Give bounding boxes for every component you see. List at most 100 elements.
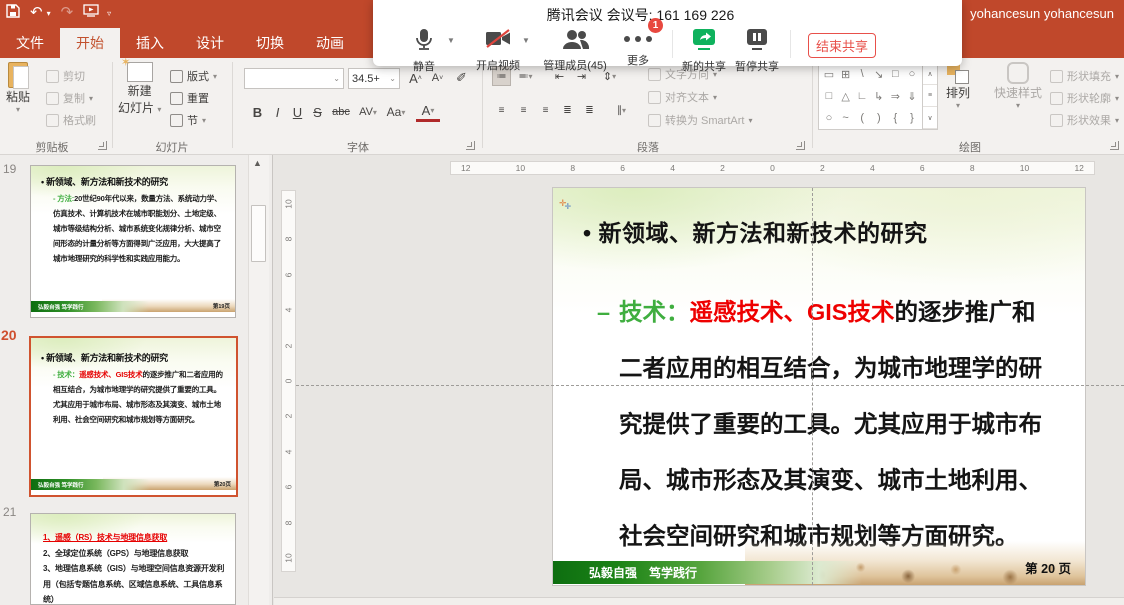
slide-body-text[interactable]: –技术：遥感技术、GIS技术的逐步推广和 二者应用的相互结合，为城市地理学的研 … xyxy=(619,284,1059,564)
tab-animations[interactable]: 动画 xyxy=(300,28,360,58)
undo-dropdown-icon[interactable]: ▾ xyxy=(47,9,51,18)
convert-smartart-button[interactable]: 转换为 SmartArt▾ xyxy=(648,110,752,130)
shapes-gallery-more-icon[interactable]: ≡ xyxy=(923,85,937,107)
save-icon[interactable] xyxy=(6,4,20,23)
shape-icon[interactable]: △ xyxy=(838,90,854,103)
align-right-button[interactable]: ≡ xyxy=(536,100,555,120)
thumb19-footer-motto: 弘毅自强 笃学践行 xyxy=(31,303,84,311)
shape-icon[interactable]: { xyxy=(887,112,903,124)
horizontal-ruler: 12108642024681012 xyxy=(450,161,1095,175)
align-left-button[interactable]: ≡ xyxy=(492,100,511,120)
slide-editing-surface[interactable]: ✛✛ • 新领域、新方法和新技术的研究 –技术：遥感技术、GIS技术的逐步推广和… xyxy=(553,188,1085,585)
new-slide-button[interactable]: 新建 幻灯片 ▾ xyxy=(118,62,161,116)
tab-design[interactable]: 设计 xyxy=(180,28,240,58)
mute-dropdown-icon[interactable]: ▼ xyxy=(447,36,455,45)
strikethrough-button[interactable]: abc xyxy=(328,102,354,122)
shadow-button[interactable]: S xyxy=(308,102,327,122)
ruler-tick-label: 2 xyxy=(283,343,293,348)
tab-insert[interactable]: 插入 xyxy=(120,28,180,58)
pause-share-button[interactable]: 暂停共享 xyxy=(727,28,787,74)
tab-file[interactable]: 文件 xyxy=(0,28,60,58)
quick-styles-button[interactable]: 快速样式▾ xyxy=(994,62,1042,110)
ruler-tick-label: 6 xyxy=(283,485,293,490)
shape-icon[interactable]: ↳ xyxy=(871,90,887,103)
shape-icon[interactable]: ) xyxy=(871,112,887,124)
font-name-combo[interactable]: ⌄ xyxy=(244,68,344,89)
video-dropdown-icon[interactable]: ▼ xyxy=(522,36,530,45)
shapes-scroll-down-icon[interactable]: ∨ xyxy=(923,107,937,129)
shape-icon[interactable]: \ xyxy=(854,68,870,81)
arrange-button[interactable]: 排列▾ xyxy=(946,62,970,110)
slide-thumbnail-20[interactable]: • 新领域、新方法和新技术的研究 - 技术：遥感技术、GIS技术的逐步推广和二者… xyxy=(29,336,238,497)
format-painter-button[interactable]: 格式刷 xyxy=(46,110,96,130)
underline-button[interactable]: U xyxy=(288,102,307,122)
columns-button[interactable]: ∥▾ xyxy=(612,100,631,120)
shape-icon[interactable]: } xyxy=(904,112,920,124)
scrollbar-up-icon[interactable]: ▲ xyxy=(253,158,262,168)
shape-icon[interactable]: □ xyxy=(821,90,837,103)
slides-group-label: 幻灯片 xyxy=(142,139,202,155)
tab-home[interactable]: 开始 xyxy=(60,28,120,58)
shape-icon[interactable]: ○ xyxy=(821,112,837,124)
more-button[interactable]: 更多 xyxy=(610,28,666,68)
shape-fill-icon xyxy=(1050,70,1063,83)
shape-icon[interactable]: ~ xyxy=(838,112,854,124)
slide-thumbnail-21[interactable]: 1、遥感（RS）技术与地理信息获取 2、全球定位系统（GPS）与地理信息获取 3… xyxy=(30,513,236,605)
character-spacing-button[interactable]: AV▾ xyxy=(356,102,380,122)
slide-title-text[interactable]: • 新领域、新方法和新技术的研究 xyxy=(583,214,927,248)
shape-icon[interactable]: ⊞ xyxy=(838,68,854,81)
paragraph-dialog-launcher[interactable] xyxy=(796,141,805,150)
start-video-button[interactable]: 开启视频 xyxy=(468,28,528,73)
shape-outline-button[interactable]: 形状轮廓▾ xyxy=(1050,88,1119,108)
font-color-button[interactable]: A▾ xyxy=(416,102,440,122)
italic-button[interactable]: I xyxy=(268,102,287,122)
distribute-button[interactable]: ≣ xyxy=(580,100,599,120)
align-text-button[interactable]: 对齐文本▾ xyxy=(648,87,717,107)
thumb19-title: 新领域、新方法和新技术的研究 xyxy=(46,177,168,187)
shape-icon[interactable]: ○ xyxy=(904,68,920,81)
shape-icon[interactable]: ⇓ xyxy=(904,90,920,103)
drawing-dialog-launcher[interactable] xyxy=(1110,141,1119,150)
copy-button[interactable]: 复制▾ xyxy=(46,88,93,108)
bold-button[interactable]: B xyxy=(248,102,267,122)
shape-icon[interactable]: □ xyxy=(887,68,903,81)
shape-icon[interactable]: ▭ xyxy=(821,68,837,81)
redo-icon[interactable]: ↷ xyxy=(61,3,74,23)
customize-qat-icon[interactable]: ▿ xyxy=(107,9,111,18)
mute-button[interactable]: 静音 xyxy=(394,28,454,74)
tab-transitions[interactable]: 切换 xyxy=(240,28,300,58)
thumb21-line2: 2、全球定位系统（GPS）与地理信息获取 xyxy=(43,546,227,562)
paragraph-group-label: 段落 xyxy=(618,139,678,155)
shape-icon[interactable]: ∟ xyxy=(854,90,870,103)
change-case-button[interactable]: Aa▾ xyxy=(384,102,408,122)
shape-effects-button[interactable]: 形状效果▾ xyxy=(1050,110,1119,130)
shape-icon[interactable]: ( xyxy=(854,112,870,124)
clipboard-dialog-launcher[interactable] xyxy=(98,141,107,150)
reset-button[interactable]: 重置 xyxy=(170,88,209,108)
layout-button[interactable]: 版式▾ xyxy=(170,66,217,86)
paste-dropdown-icon[interactable]: ▾ xyxy=(16,105,20,114)
shape-gallery[interactable]: ▭⊞\↘□○ □△∟↳⇒⇓ ○~(){} ∧ ≡ ∨ xyxy=(818,62,938,130)
cut-button[interactable]: 剪切 xyxy=(46,66,85,86)
manage-members-button[interactable]: 管理成员(45) xyxy=(533,28,617,73)
vertical-guide[interactable] xyxy=(812,188,813,585)
paste-button[interactable]: 粘贴 ▾ xyxy=(6,62,30,114)
section-button[interactable]: 节▾ xyxy=(170,110,206,130)
end-share-button[interactable]: 结束共享 xyxy=(808,33,876,58)
horizontal-guide[interactable] xyxy=(296,385,1124,386)
shape-icon[interactable]: ⇒ xyxy=(887,90,903,103)
shape-fill-button[interactable]: 形状填充▾ xyxy=(1050,66,1119,86)
justify-button[interactable]: ≣ xyxy=(558,100,577,120)
start-slideshow-icon[interactable] xyxy=(83,4,99,22)
powerpoint-window: { "colors":{"titlebar_red":"#C0482B","ac… xyxy=(0,0,1124,605)
shapes-scroll-up-icon[interactable]: ∧ xyxy=(923,63,937,85)
align-center-button[interactable]: ≡ xyxy=(514,100,533,120)
new-share-button[interactable]: 新的共享 xyxy=(674,28,734,74)
font-size-combo[interactable]: 34.5+⌄ xyxy=(348,68,400,89)
scrollbar-thumb[interactable] xyxy=(251,205,266,262)
shape-icon[interactable]: ↘ xyxy=(871,68,887,81)
undo-icon[interactable]: ↶ xyxy=(30,3,43,23)
font-dialog-launcher[interactable] xyxy=(466,141,475,150)
slide-thumbnail-19[interactable]: • 新领域、新方法和新技术的研究 - 方法:20世纪90年代以来，数量方法、系统… xyxy=(30,165,236,318)
camera-off-icon xyxy=(485,28,512,55)
